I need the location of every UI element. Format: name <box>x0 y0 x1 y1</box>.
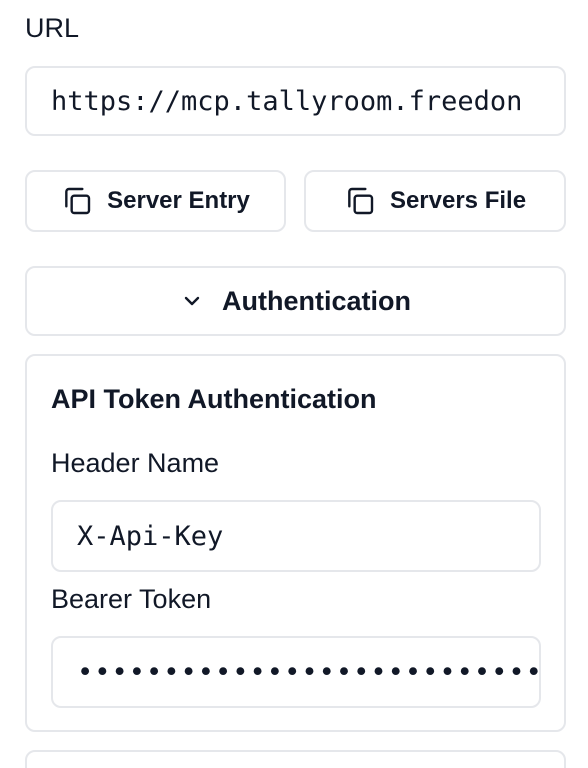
url-label: URL <box>25 13 80 43</box>
header-name-input[interactable]: X-Api-Key <box>51 500 541 572</box>
authentication-toggle-label: Authentication <box>222 285 411 316</box>
servers-file-label: Servers File <box>389 187 527 214</box>
connection-settings: URL https://mcp.tallyroom.freedon Server… <box>0 0 588 768</box>
copy-server-entry-button[interactable]: Server Entry <box>25 170 286 232</box>
authentication-toggle-button[interactable]: Authentication <box>25 266 566 336</box>
bearer-token-value: ••••••••••••••••••••••••••• <box>77 656 541 688</box>
chevron-down-icon <box>180 289 204 313</box>
copy-icon <box>344 185 376 217</box>
copy-icon <box>61 185 93 217</box>
server-entry-label: Server Entry <box>107 187 250 214</box>
header-name-value: X-Api-Key <box>77 520 224 552</box>
url-input[interactable]: https://mcp.tallyroom.freedon <box>25 66 566 136</box>
panel-title: API Token Authentication <box>51 384 377 414</box>
api-token-auth-panel: API Token Authentication Header Name X-A… <box>25 354 566 732</box>
url-value: https://mcp.tallyroom.freedon <box>51 85 523 117</box>
header-name-label: Header Name <box>51 448 220 478</box>
bearer-token-label: Bearer Token <box>51 584 212 614</box>
bearer-token-input[interactable]: ••••••••••••••••••••••••••• <box>51 636 541 708</box>
copy-servers-file-button[interactable]: Servers File <box>304 170 566 232</box>
next-section-card <box>25 750 566 768</box>
